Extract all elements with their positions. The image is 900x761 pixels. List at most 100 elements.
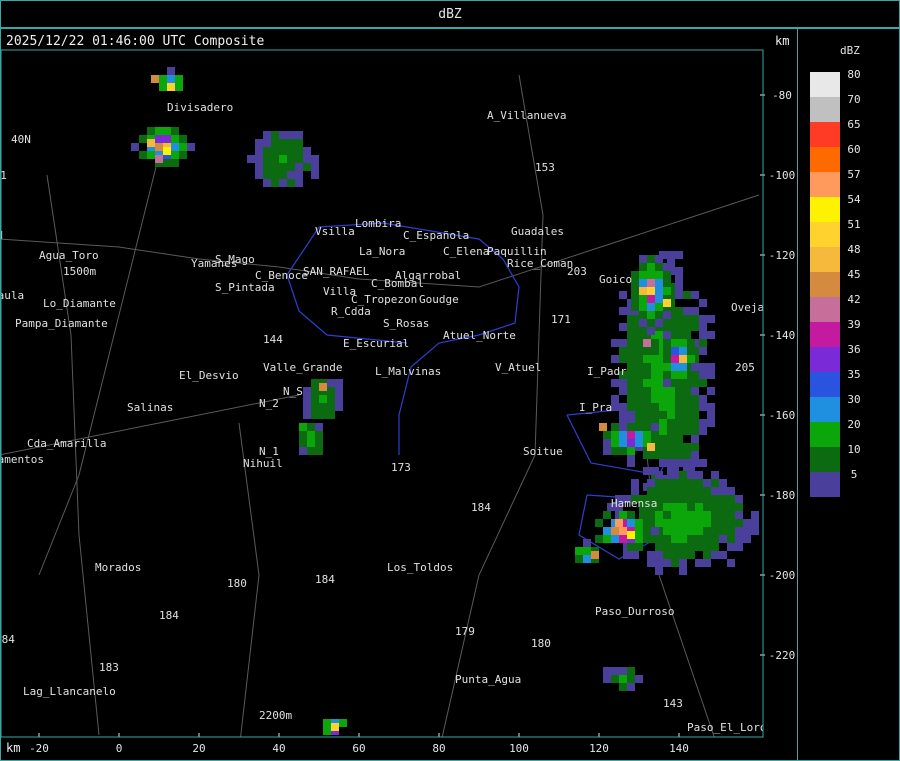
place-label: A_Villanueva xyxy=(487,109,566,122)
echo-pixel xyxy=(619,511,627,519)
echo-pixel xyxy=(699,339,707,347)
echo-pixel xyxy=(643,467,651,475)
echo-pixel xyxy=(699,331,707,339)
echo-pixel xyxy=(663,379,671,387)
echo-pixel xyxy=(667,427,675,435)
place-label: SAN_RAFAEL xyxy=(303,265,370,278)
echo-pixel xyxy=(635,395,643,403)
place-label: C_Bombal xyxy=(371,277,424,290)
echo-pixel xyxy=(171,151,179,159)
place-label: 40N xyxy=(11,133,31,146)
echo-pixel xyxy=(667,323,675,331)
echo-pixel xyxy=(663,371,671,379)
place-label: C_Española xyxy=(403,229,469,242)
echo-pixel xyxy=(263,155,271,163)
echo-pixel xyxy=(303,147,311,155)
echo-pixel xyxy=(663,479,671,487)
echo-pixel xyxy=(671,363,679,371)
echo-pixel xyxy=(699,299,707,307)
echo-pixel xyxy=(699,395,707,403)
echo-pixel xyxy=(699,403,707,411)
echo-pixel xyxy=(327,379,335,387)
echo-pixel xyxy=(751,519,759,527)
echo-pixel xyxy=(735,503,743,511)
echo-pixel xyxy=(639,511,647,519)
echo-pixel xyxy=(703,511,711,519)
echo-pixel xyxy=(643,431,651,439)
echo-pixel xyxy=(279,171,287,179)
legend-label: 5 xyxy=(851,468,858,481)
echo-pixel xyxy=(703,519,711,527)
echo-pixel xyxy=(635,331,643,339)
echo-pixel xyxy=(663,511,671,519)
echo-pixel xyxy=(659,387,667,395)
echo-pixel xyxy=(179,143,187,151)
echo-pixel xyxy=(683,395,691,403)
echo-pixel xyxy=(719,551,727,559)
echo-pixel xyxy=(311,403,319,411)
echo-pixel xyxy=(619,535,627,543)
echo-pixel xyxy=(671,511,679,519)
echo-pixel xyxy=(299,447,307,455)
echo-pixel xyxy=(631,487,639,495)
echo-pixel xyxy=(603,511,611,519)
echo-pixel xyxy=(635,339,643,347)
echo-pixel xyxy=(635,423,643,431)
echo-pixel xyxy=(727,503,735,511)
place-label: Hamensa xyxy=(611,497,657,510)
echo-pixel xyxy=(619,355,627,363)
echo-pixel xyxy=(727,559,735,567)
echo-pixel xyxy=(651,347,659,355)
x-tick-label: 100 xyxy=(509,742,529,755)
echo-pixel xyxy=(703,495,711,503)
echo-pixel xyxy=(279,155,287,163)
echo-pixel xyxy=(603,675,611,683)
echo-pixel xyxy=(643,423,651,431)
echo-pixel xyxy=(631,295,639,303)
echo-pixel xyxy=(627,447,635,455)
echo-pixel xyxy=(627,371,635,379)
place-label: 144 xyxy=(263,333,283,346)
place-label: Atuel_Norte xyxy=(443,329,516,342)
echo-pixel xyxy=(655,287,663,295)
echo-pixel xyxy=(319,411,327,419)
place-label: 183 xyxy=(99,661,119,674)
echo-pixel xyxy=(675,267,683,275)
legend-swatch xyxy=(810,122,840,147)
echo-pixel xyxy=(655,303,663,311)
echo-pixel xyxy=(703,487,711,495)
place-label: Tamentos xyxy=(0,453,44,466)
echo-pixel xyxy=(707,331,715,339)
echo-pixel xyxy=(675,435,683,443)
legend-swatch xyxy=(810,172,840,197)
data-cell xyxy=(155,155,163,163)
echo-pixel xyxy=(663,271,671,279)
echo-pixel xyxy=(647,295,655,303)
echo-pixel xyxy=(147,127,155,135)
echo-pixel xyxy=(583,539,591,547)
echo-pixel xyxy=(583,547,591,555)
echo-pixel xyxy=(663,311,671,319)
legend-label: 10 xyxy=(847,443,860,456)
echo-pixel xyxy=(671,519,679,527)
echo-pixel xyxy=(647,303,655,311)
echo-pixel xyxy=(691,443,699,451)
echo-pixel xyxy=(735,543,743,551)
echo-pixel xyxy=(179,135,187,143)
echo-pixel xyxy=(679,471,687,479)
echo-pixel xyxy=(687,347,695,355)
x-axis-unit: km xyxy=(6,741,21,755)
echo-pixel xyxy=(303,387,311,395)
legend-swatch xyxy=(810,422,840,447)
place-label: 203 xyxy=(567,265,587,278)
echo-pixel xyxy=(643,519,651,527)
place-label: Lombira xyxy=(355,217,401,230)
place-label: 171 xyxy=(551,313,571,326)
legend-label: 39 xyxy=(847,318,860,331)
echo-pixel xyxy=(687,527,695,535)
echo-pixel xyxy=(639,271,647,279)
echo-pixel xyxy=(699,371,707,379)
echo-pixel xyxy=(687,487,695,495)
legend-title: dBZ xyxy=(840,44,860,57)
legend-label: 30 xyxy=(847,393,860,406)
